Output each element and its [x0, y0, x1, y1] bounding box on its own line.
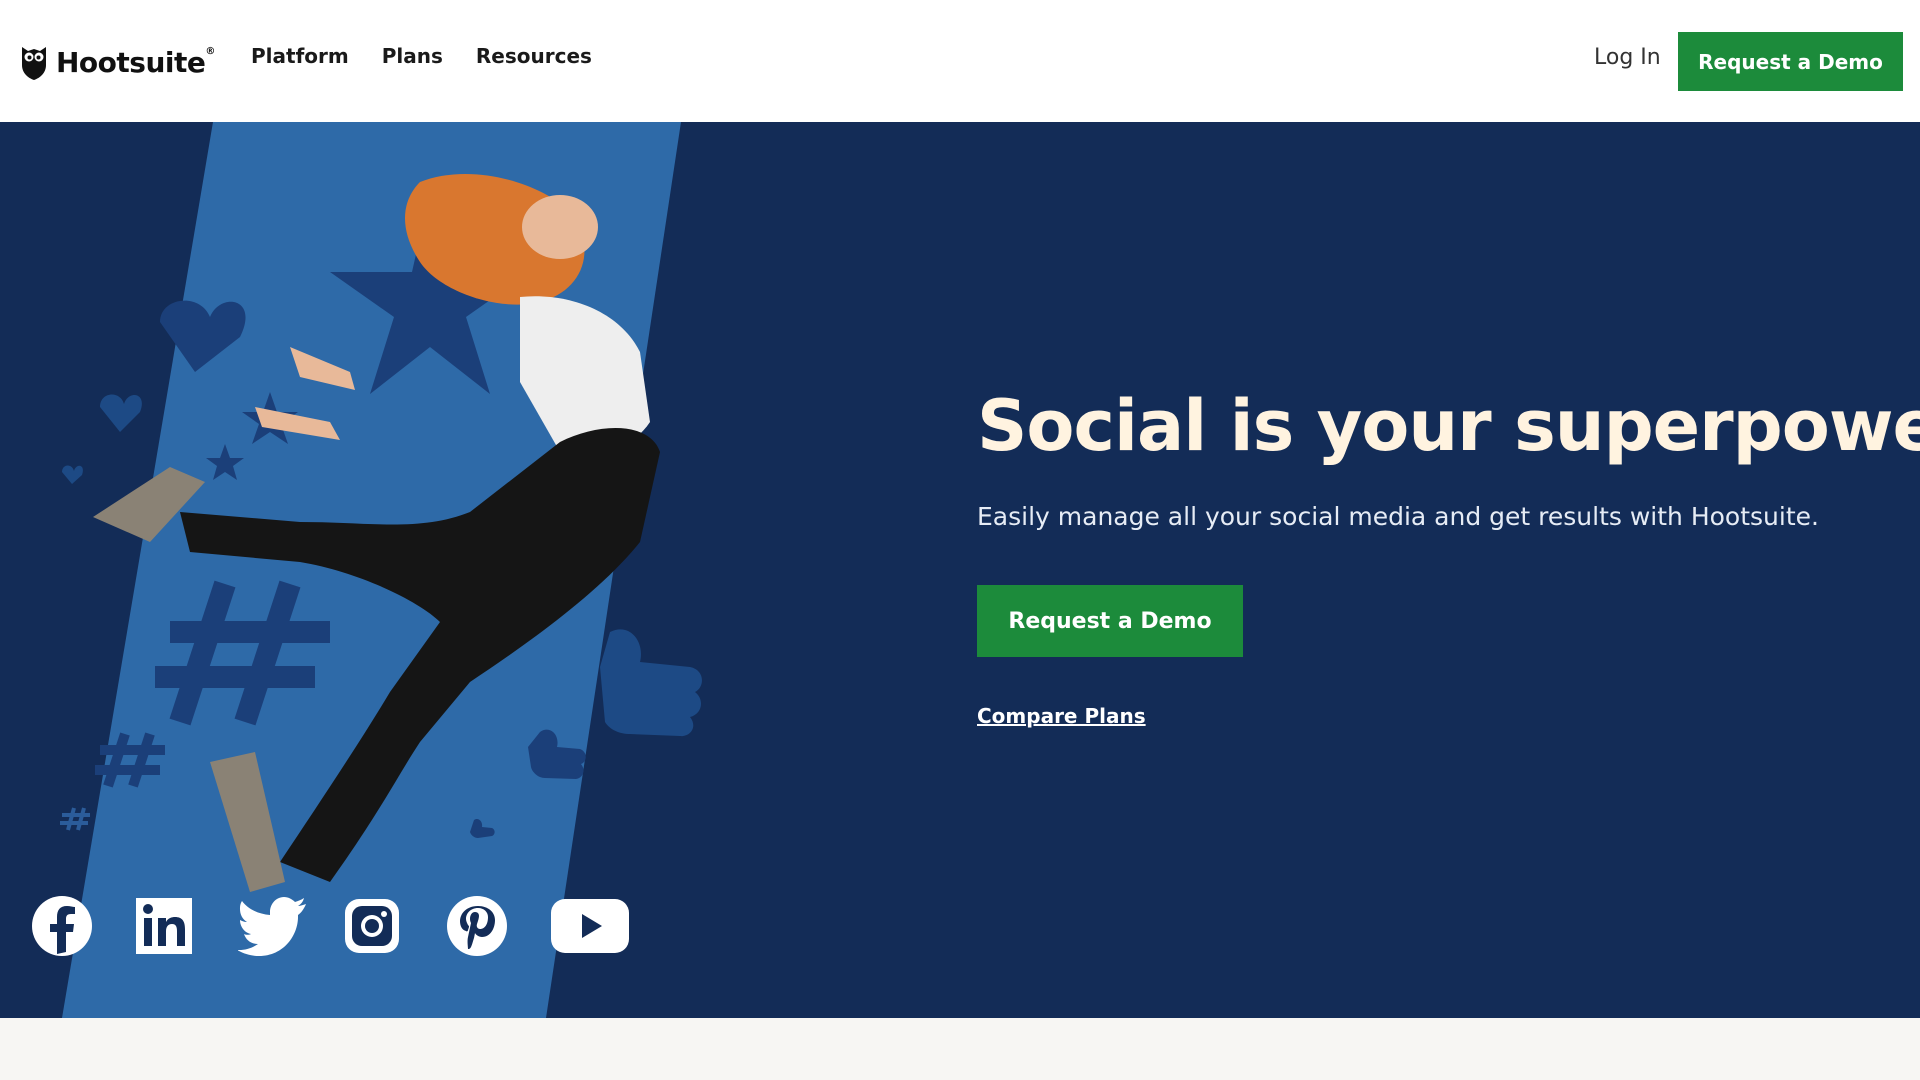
- instagram-icon[interactable]: [342, 894, 446, 958]
- hero-headline: Social is your superpower.: [977, 385, 1920, 467]
- compare-plans-link[interactable]: Compare Plans: [977, 704, 1146, 728]
- hero-request-demo-button[interactable]: Request a Demo: [977, 585, 1243, 657]
- header-request-demo-button[interactable]: Request a Demo: [1678, 32, 1903, 91]
- nav-item-platform[interactable]: Platform: [251, 44, 349, 68]
- youtube-icon[interactable]: [550, 894, 654, 958]
- heart-icon: [100, 394, 142, 432]
- hashtag-icon: [60, 807, 90, 831]
- nav-item-plans[interactable]: Plans: [382, 44, 443, 68]
- pinterest-icon[interactable]: [446, 894, 550, 958]
- hootsuite-logo[interactable]: Hootsuite®: [20, 42, 215, 82]
- twitter-icon[interactable]: [238, 894, 342, 958]
- social-icons-row: [30, 894, 654, 958]
- thumbs-up-icon: [600, 629, 702, 737]
- site-header: Hootsuite® Platform Plans Resources Log …: [0, 0, 1920, 122]
- main-nav: Platform Plans Resources: [251, 44, 592, 68]
- logo-wordmark: Hootsuite®: [56, 45, 215, 79]
- nav-item-resources[interactable]: Resources: [476, 44, 592, 68]
- facebook-icon[interactable]: [30, 894, 134, 958]
- owl-icon: [22, 47, 46, 80]
- linkedin-icon[interactable]: [134, 894, 238, 958]
- login-link[interactable]: Log In: [1594, 45, 1661, 70]
- hero-section: Social is your superpower. Easily manage…: [0, 122, 1920, 1018]
- hero-subtext: Easily manage all your social media and …: [977, 502, 1819, 531]
- heart-icon: [62, 465, 83, 484]
- hero-illustration: [60, 122, 702, 1018]
- next-section-strip: [0, 1018, 1920, 1080]
